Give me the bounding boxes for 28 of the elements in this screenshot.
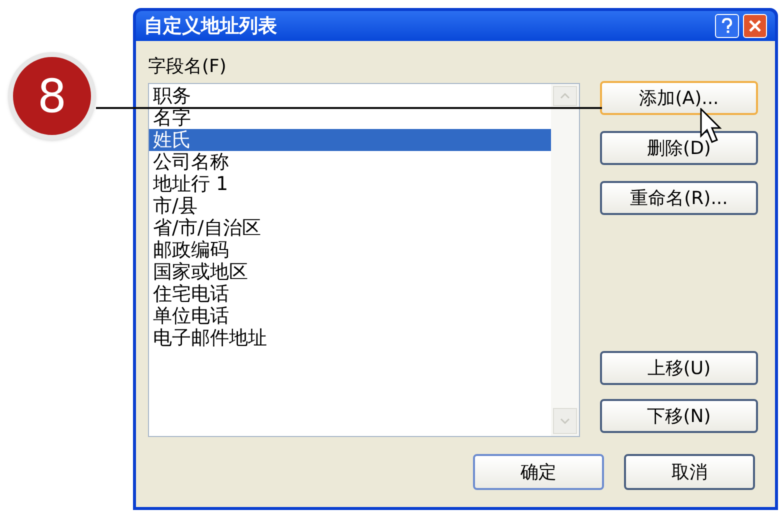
field-list[interactable]: 职务 名字 姓氏 公司名称 地址行 1 市/县 省/市/自治区 邮政编码 国家或地区 住宅电话 单位电话 电子邮件地址 <box>148 83 580 437</box>
step-badge: 8 <box>8 52 96 140</box>
list-item[interactable]: 邮政编码 <box>149 239 551 261</box>
list-item[interactable]: 单位电话 <box>149 305 551 327</box>
dialog-button[interactable]: 删除(D) <box>600 131 758 165</box>
dialog-button[interactable]: 取消 <box>624 454 755 490</box>
field-list-label: 字段名(F) <box>148 55 228 79</box>
list-item[interactable]: 公司名称 <box>149 151 551 173</box>
ok-button[interactable]: 确定 <box>473 454 604 490</box>
list-item[interactable]: 电子邮件地址 <box>149 327 551 349</box>
close-icon[interactable] <box>743 14 767 38</box>
list-item[interactable]: 住宅电话 <box>149 283 551 305</box>
dialog-button[interactable]: 添加(A)... <box>600 81 758 115</box>
list-item[interactable]: 姓氏 <box>149 129 551 151</box>
dialog-button[interactable]: 上移(U) <box>600 351 758 385</box>
list-item[interactable]: 省/市/自治区 <box>149 217 551 239</box>
window-title: 自定义地址列表 <box>144 14 277 39</box>
dialog-button[interactable]: 重命名(R)... <box>600 181 758 215</box>
list-item[interactable]: 名字 <box>149 107 551 129</box>
list-item[interactable]: 职务 <box>149 85 551 107</box>
list-item[interactable]: 国家或地区 <box>149 261 551 283</box>
help-icon[interactable] <box>715 14 739 38</box>
scrollbar[interactable] <box>551 84 579 436</box>
list-item[interactable]: 市/县 <box>149 195 551 217</box>
dialog-button[interactable]: 下移(N) <box>600 399 758 433</box>
scroll-down-icon[interactable] <box>553 408 577 434</box>
scroll-up-icon[interactable] <box>553 86 577 106</box>
list-item[interactable]: 地址行 1 <box>149 173 551 195</box>
